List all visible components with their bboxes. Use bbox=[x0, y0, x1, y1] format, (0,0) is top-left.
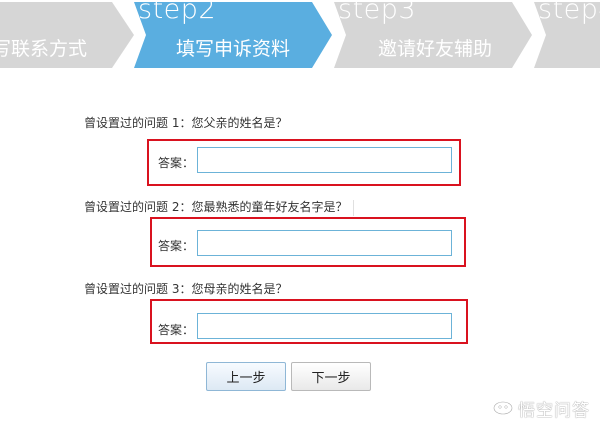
step-3: step3 邀请好友辅助 bbox=[334, 0, 534, 70]
answer-2-input[interactable] bbox=[197, 230, 452, 256]
watermark: 悟空问答 bbox=[492, 396, 590, 421]
step-1: 写联系方式 bbox=[0, 0, 140, 70]
next-step-button[interactable]: 下一步 bbox=[291, 362, 371, 391]
step-2-number: step2 bbox=[138, 0, 217, 25]
question-1-text: 曾设置过的问题 1：您父亲的姓名是？ bbox=[84, 116, 288, 130]
question-3-text: 曾设置过的问题 3：您母亲的姓名是？ bbox=[84, 282, 288, 296]
question-2-prompt: 曾设置过的问题 2：您最熟悉的童年好友名字是？ bbox=[84, 198, 355, 216]
wukong-logo-icon bbox=[492, 398, 514, 420]
step-progress-bar: 写联系方式 step2 填写申诉资料 step3 邀请好友辅助 step4 bbox=[0, 0, 600, 70]
answer-1-label: 答案： bbox=[158, 156, 195, 170]
answer-3-label: 答案： bbox=[158, 323, 195, 337]
divider bbox=[353, 199, 355, 216]
step-3-label: 邀请好友辅助 bbox=[378, 38, 493, 60]
previous-step-button[interactable]: 上一步 bbox=[206, 362, 286, 391]
step-2: step2 填写申诉资料 bbox=[134, 0, 334, 70]
answer-3-input[interactable] bbox=[197, 313, 452, 339]
step-2-label: 填写申诉资料 bbox=[176, 38, 291, 60]
question-2-text: 曾设置过的问题 2：您最熟悉的童年好友名字是？ bbox=[84, 200, 348, 214]
step-1-label: 写联系方式 bbox=[0, 38, 88, 60]
question-1-prompt: 曾设置过的问题 1：您父亲的姓名是？ bbox=[84, 114, 287, 131]
step-4: step4 bbox=[534, 0, 600, 70]
step-4-number: step4 bbox=[538, 0, 600, 25]
watermark-text: 悟空问答 bbox=[518, 401, 590, 421]
question-3-prompt: 曾设置过的问题 3：您母亲的姓名是？ bbox=[84, 280, 287, 297]
answer-1-input[interactable] bbox=[197, 147, 452, 173]
step-3-number: step3 bbox=[338, 0, 417, 25]
answer-2-label: 答案： bbox=[158, 239, 195, 253]
